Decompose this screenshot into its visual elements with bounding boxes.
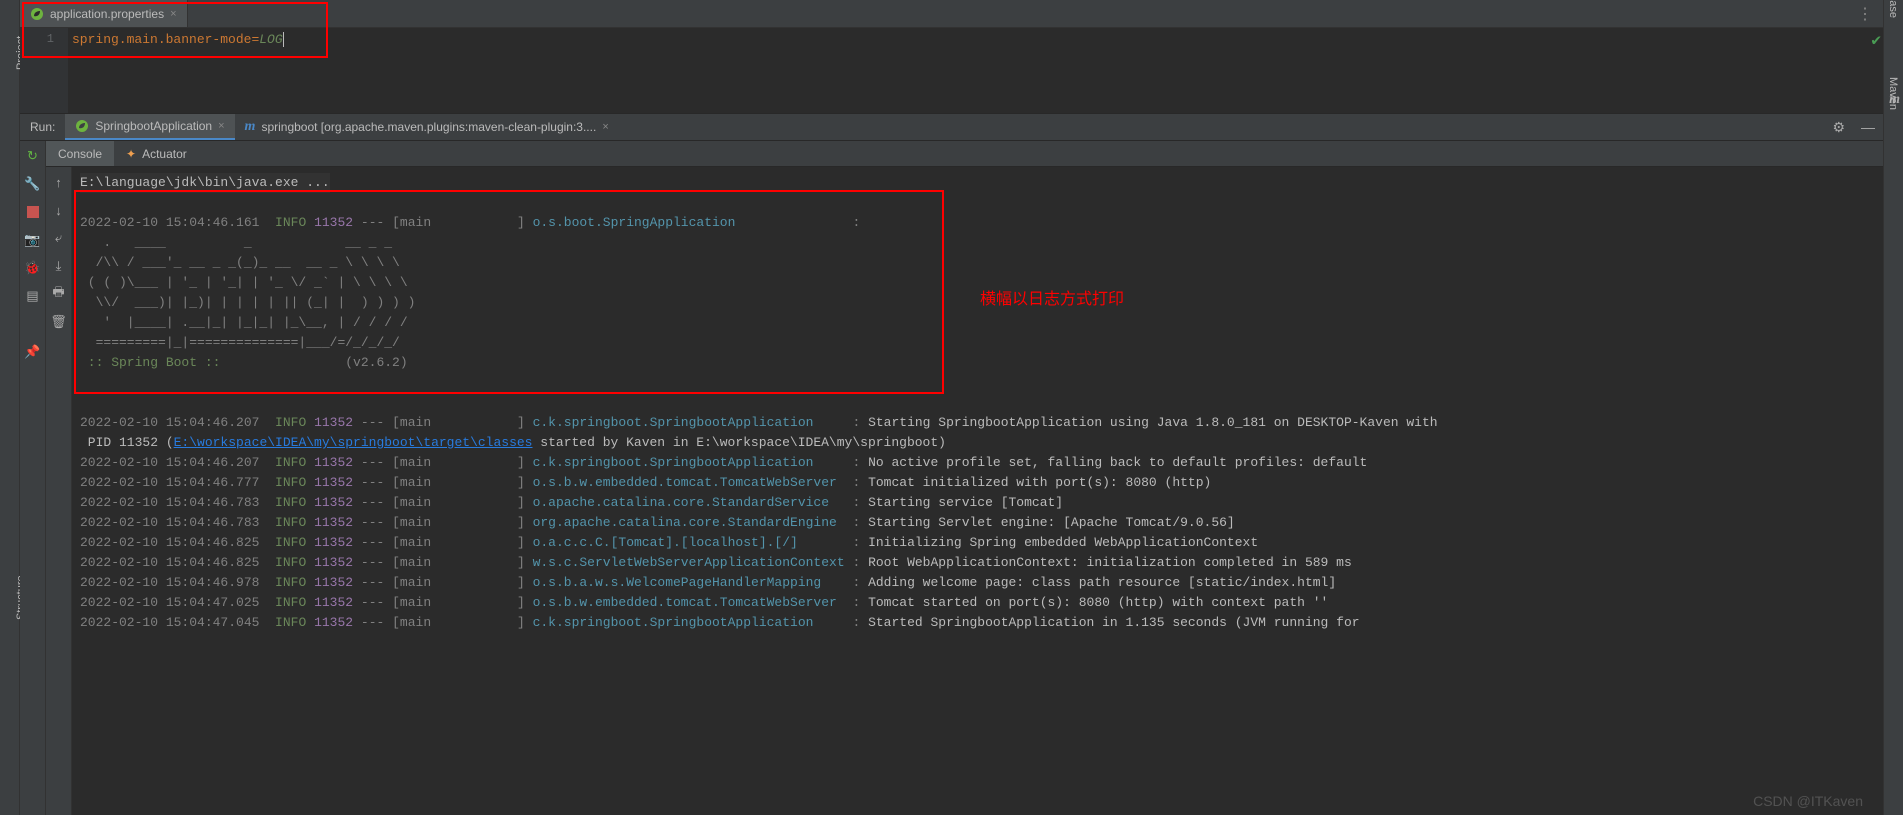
run-toolwindow-header: Run: SpringbootApplication × m springboo… — [20, 113, 1883, 141]
dump-threads-icon[interactable]: 📷 — [24, 231, 42, 249]
analysis-ok-icon[interactable]: ✔ — [1871, 30, 1881, 50]
layout-icon[interactable]: ▤ — [24, 287, 42, 305]
clear-icon[interactable]: 🗑 — [50, 313, 68, 331]
scroll-down-icon[interactable]: ↓ — [50, 201, 68, 219]
pin-icon[interactable]: 📌 — [24, 343, 42, 361]
editor-tabs-menu-icon[interactable]: ⋮ — [1847, 0, 1883, 27]
toolwindow-maven[interactable]: Maven — [1887, 77, 1899, 110]
annotation-text: 横幅以日志方式打印 — [980, 285, 1124, 309]
editor-tab-label: application.properties — [50, 7, 164, 21]
wrench-icon[interactable]: 🔧 — [24, 175, 42, 193]
scroll-to-end-icon[interactable]: ⤓ — [50, 257, 68, 275]
spring-leaf-icon — [30, 7, 44, 21]
run-tab-label: springboot [org.apache.maven.plugins:mav… — [261, 120, 596, 134]
close-icon[interactable]: × — [602, 121, 608, 133]
console-tab-label: Actuator — [142, 147, 187, 161]
run-tab-springboot-app[interactable]: SpringbootApplication × — [65, 114, 234, 140]
editor-tab-application-properties[interactable]: application.properties × — [20, 0, 188, 27]
editor-area[interactable]: 1 spring.main.banner-mode=LOG ✔ — [20, 28, 1883, 113]
console-tab-label: Console — [58, 147, 102, 161]
minimize-icon[interactable]: — — [1853, 119, 1883, 135]
scroll-up-icon[interactable]: ↑ — [50, 173, 68, 191]
console-side-toolbar: ↑ ↓ ⤶ ⤓ 🖶 🗑 — [46, 167, 72, 815]
console-output[interactable]: E:\language\jdk\bin\java.exe ... 2022-02… — [72, 167, 1883, 815]
console-tab-actuator[interactable]: ✦ Actuator — [114, 141, 199, 166]
editor-content[interactable]: spring.main.banner-mode=LOG ✔ — [68, 28, 1883, 113]
run-tab-maven[interactable]: m springboot [org.apache.maven.plugins:m… — [235, 114, 619, 140]
maven-icon: m — [245, 119, 256, 135]
console-tab-console[interactable]: Console — [46, 141, 114, 166]
print-icon[interactable]: 🖶 — [50, 285, 68, 303]
debug-icon[interactable]: 🐞 — [24, 259, 42, 277]
spacer — [24, 315, 42, 333]
right-toolwindow-stripe: Database m Maven — [1883, 0, 1903, 815]
toolwindow-database[interactable]: Database — [1887, 0, 1899, 18]
property-key: spring.main.banner-mode — [72, 32, 251, 47]
run-tab-label: SpringbootApplication — [95, 119, 212, 133]
property-value: LOG — [259, 32, 283, 47]
spring-leaf-icon — [75, 119, 89, 133]
soft-wrap-icon[interactable]: ⤶ — [50, 229, 68, 247]
rerun-icon[interactable]: ↻ — [24, 147, 42, 165]
run-label: Run: — [20, 120, 65, 134]
settings-gear-icon[interactable]: ⚙ — [1824, 119, 1853, 136]
run-side-toolbar: ↻ 🔧 📷 🐞 ▤ 📌 — [20, 141, 46, 815]
line-number: 1 — [20, 32, 54, 46]
stop-icon[interactable] — [24, 203, 42, 221]
watermark: CSDN @ITKaven — [1753, 793, 1863, 809]
close-icon[interactable]: × — [218, 120, 224, 132]
left-toolwindow-stripe: Project Structure — [0, 0, 20, 815]
actuator-icon: ✦ — [126, 147, 136, 161]
editor-gutter: 1 — [20, 28, 68, 113]
console-tab-bar: Console ✦ Actuator — [46, 141, 1883, 167]
editor-tab-bar: application.properties × ⋮ — [20, 0, 1883, 28]
close-icon[interactable]: × — [170, 8, 176, 20]
